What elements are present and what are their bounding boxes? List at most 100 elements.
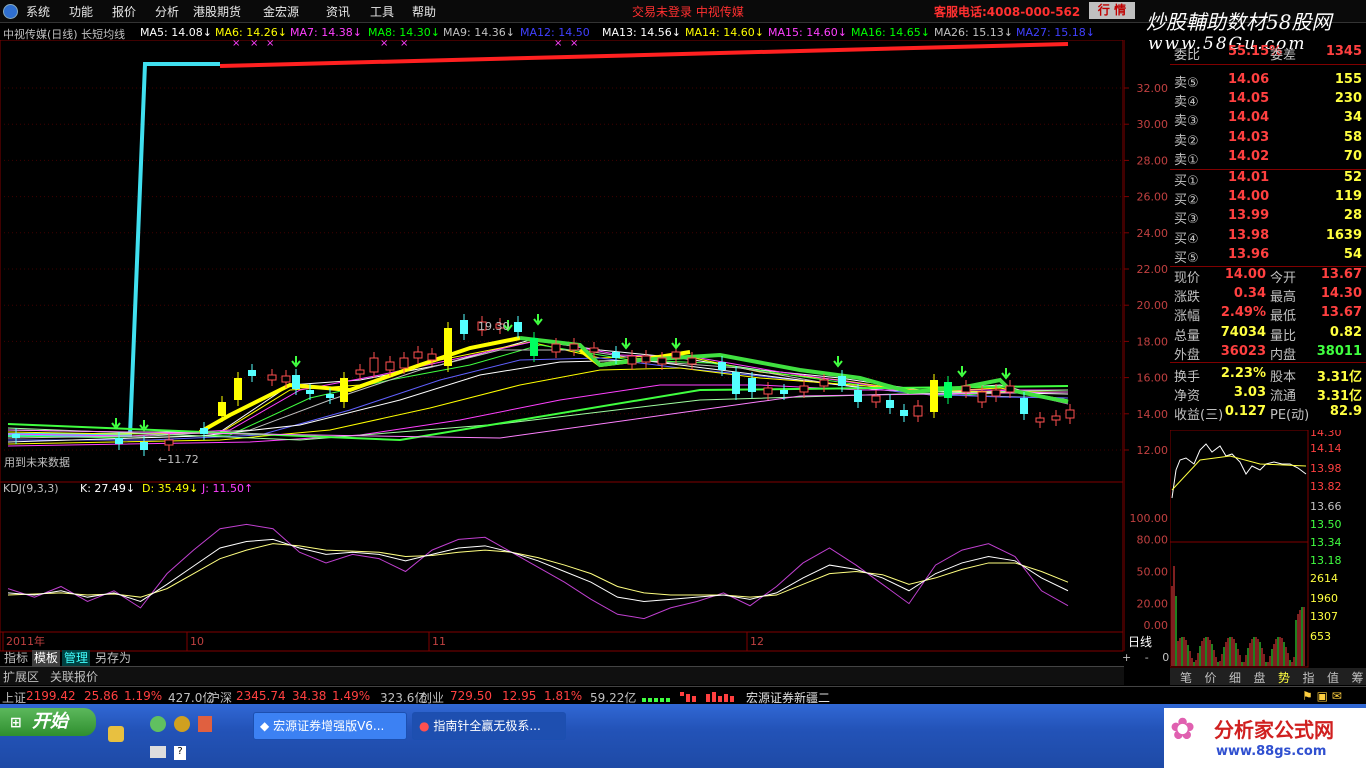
price-tick-6: 20.00 bbox=[1137, 299, 1169, 312]
buy-level-2[interactable]: 买② 14.00 119 bbox=[1170, 189, 1366, 208]
buy-level-1[interactable]: 买① 14.01 52 bbox=[1170, 170, 1366, 189]
indicator-tab-1[interactable]: 模板 bbox=[32, 650, 61, 666]
price-tick-8: 16.00 bbox=[1137, 372, 1169, 385]
stat-row-4[interactable]: 外盘 36023 内盘 38011 bbox=[1170, 344, 1366, 363]
task-compass[interactable]: ● 指南针全赢无极系... bbox=[412, 712, 566, 740]
price-tick-1: 30.00 bbox=[1137, 118, 1169, 131]
ie-icon[interactable] bbox=[150, 716, 166, 732]
sell-label: 卖⑤ bbox=[1174, 76, 1199, 91]
menu-system[interactable]: 系统 bbox=[26, 3, 50, 20]
indicator-tab-3[interactable]: 另存为 bbox=[93, 650, 133, 666]
sell-level-5[interactable]: 卖⑤ 14.06 155 bbox=[1170, 72, 1366, 91]
kline-chart[interactable]: × × × × × × × 19.30 ←11.72 用到未来数据 KDJ(9,3,3) K: 27.… bbox=[0, 40, 1124, 652]
period-button[interactable]: 日线 bbox=[1128, 633, 1166, 649]
indicator-tab-0[interactable]: 指标 bbox=[2, 650, 30, 666]
stat-label: 总量 bbox=[1174, 328, 1201, 344]
zoom-out-button[interactable]: - bbox=[1145, 651, 1149, 664]
stat-row-6[interactable]: 净资 3.03 流通 3.31亿 bbox=[1170, 385, 1366, 404]
buy-price: 13.98 bbox=[1228, 227, 1270, 243]
mini-tab-0[interactable]: 笔 bbox=[1180, 669, 1192, 686]
mini-tab-5[interactable]: 指 bbox=[1303, 669, 1315, 686]
menu-function[interactable]: 功能 bbox=[69, 3, 93, 20]
tab-linked-quote[interactable]: 关联报价 bbox=[50, 668, 98, 685]
stat-row-5[interactable]: 换手 2.23% 股本 3.31亿 bbox=[1170, 366, 1366, 385]
stat-row-0[interactable]: 现价 14.00 今开 13.67 bbox=[1170, 267, 1366, 286]
mini-tick-4: 13.66 bbox=[1310, 500, 1342, 513]
buy-volume: 28 bbox=[1343, 208, 1362, 224]
kdj-value-2: J: 11.50↑ bbox=[201, 482, 253, 495]
menu-quote[interactable]: 报价 bbox=[112, 3, 136, 20]
svg-text:×: × bbox=[266, 40, 274, 49]
buy-price: 13.99 bbox=[1228, 208, 1270, 224]
intraday-mini-chart[interactable]: 14.30 14.14 13.98 13.82 13.66 13.50 13.34 13.18… bbox=[1170, 430, 1366, 668]
sell-volume: 155 bbox=[1334, 72, 1362, 87]
buy-level-3[interactable]: 买③ 13.99 28 bbox=[1170, 208, 1366, 227]
stat-value: 3.03 bbox=[1233, 385, 1266, 401]
tab-ext-area[interactable]: 扩展区 bbox=[3, 668, 39, 685]
task-hongyuan[interactable]: ◆ 宏源证券增强版V6... bbox=[253, 712, 407, 740]
stat-label: 换手 bbox=[1174, 370, 1201, 385]
buy-price: 14.01 bbox=[1228, 170, 1270, 185]
desktop-tray-icon[interactable] bbox=[108, 726, 124, 742]
help-icon[interactable]: ? bbox=[174, 746, 186, 760]
buy-label: 买⑤ bbox=[1174, 250, 1199, 266]
menu-tools[interactable]: 工具 bbox=[370, 3, 394, 20]
stat-row-3[interactable]: 总量 74034 量比 0.82 bbox=[1170, 325, 1366, 344]
price-tick-5: 22.00 bbox=[1137, 263, 1169, 276]
login-status[interactable]: 交易未登录 中视传媒 bbox=[632, 3, 744, 20]
buy-level-5[interactable]: 买⑤ 13.96 54 bbox=[1170, 247, 1366, 266]
buy-price: 14.00 bbox=[1228, 189, 1270, 205]
price-tick-7: 18.00 bbox=[1137, 335, 1169, 348]
ma-label-3: MA8: 14.30↓ bbox=[368, 26, 440, 39]
menu-help[interactable]: 帮助 bbox=[412, 3, 436, 20]
zoom-in-button[interactable]: + bbox=[1122, 651, 1131, 664]
zoom-reset-button[interactable]: 0 bbox=[1162, 651, 1169, 664]
start-button[interactable]: ⊞ 开始 bbox=[0, 708, 96, 736]
stat-label: 外盘 bbox=[1174, 347, 1201, 363]
stat-label: 涨幅 bbox=[1174, 309, 1201, 325]
keyboard-icon[interactable] bbox=[150, 746, 166, 758]
app-shortcut-icon[interactable] bbox=[198, 716, 212, 732]
menu-news[interactable]: 资讯 bbox=[326, 3, 350, 20]
stat-value-2: 3.31亿 bbox=[1316, 370, 1362, 385]
stat-value: 2.23% bbox=[1220, 366, 1266, 381]
time-label-1: 10 bbox=[190, 635, 204, 648]
quote-button[interactable]: 行 情 bbox=[1089, 2, 1135, 19]
sell-level-4[interactable]: 卖④ 14.05 230 bbox=[1170, 91, 1366, 110]
kdj-d-line bbox=[7, 543, 1069, 598]
mini-tick-2: 13.98 bbox=[1310, 462, 1342, 475]
menu-hk-futures[interactable]: 港股期货 bbox=[193, 3, 241, 20]
sell-level-1[interactable]: 卖① 14.02 70 bbox=[1170, 149, 1366, 168]
mini-tick-1: 14.14 bbox=[1310, 442, 1342, 455]
mini-tab-1[interactable]: 价 bbox=[1205, 669, 1217, 686]
buy-level-4[interactable]: 买④ 13.98 1639 bbox=[1170, 228, 1366, 247]
sell-level-2[interactable]: 卖② 14.03 58 bbox=[1170, 130, 1366, 149]
stat-row-7[interactable]: 收益(三) 0.127 PE(动) 82.9 bbox=[1170, 404, 1366, 423]
sell-volume: 34 bbox=[1343, 110, 1362, 126]
order-ratio-row[interactable]: 委比 55.15% 委差 1345 bbox=[1170, 44, 1366, 63]
media-icon[interactable] bbox=[174, 716, 190, 732]
mini-tab-6[interactable]: 值 bbox=[1327, 669, 1339, 686]
price-tick-2: 28.00 bbox=[1137, 154, 1169, 167]
future-data-note: 用到未来数据 bbox=[4, 455, 70, 469]
stat-row-1[interactable]: 涨跌 0.34 最高 14.30 bbox=[1170, 286, 1366, 305]
task-hongyuan-label: 宏源证券增强版V6... bbox=[273, 719, 385, 733]
kdj-label: KDJ(9,3,3) bbox=[3, 482, 59, 495]
sell-label: 卖③ bbox=[1174, 114, 1199, 130]
mini-tab-2[interactable]: 细 bbox=[1229, 669, 1241, 686]
mini-tab-4[interactable]: 势 bbox=[1278, 669, 1290, 686]
mini-tab-3[interactable]: 盘 bbox=[1254, 669, 1266, 686]
buy-price: 13.96 bbox=[1228, 246, 1270, 262]
stat-value-2: 14.30 bbox=[1320, 286, 1362, 302]
stat-row-2[interactable]: 涨幅 2.49% 最低 13.67 bbox=[1170, 305, 1366, 324]
stat-value-2: 13.67 bbox=[1320, 267, 1362, 282]
menu-jinhongyuan[interactable]: 金宏源 bbox=[263, 3, 299, 20]
mini-tab-7[interactable]: 筹 bbox=[1352, 669, 1364, 686]
indicator-tab-2[interactable]: 管理 bbox=[62, 650, 91, 666]
mini-tick-9: 1960 bbox=[1310, 592, 1338, 605]
menu-analysis[interactable]: 分析 bbox=[155, 3, 179, 20]
sell-level-3[interactable]: 卖③ 14.04 34 bbox=[1170, 110, 1366, 129]
stat-value: 74034 bbox=[1220, 324, 1266, 340]
stat-value: 0.127 bbox=[1224, 404, 1266, 420]
market-breadth-bars bbox=[642, 692, 734, 702]
